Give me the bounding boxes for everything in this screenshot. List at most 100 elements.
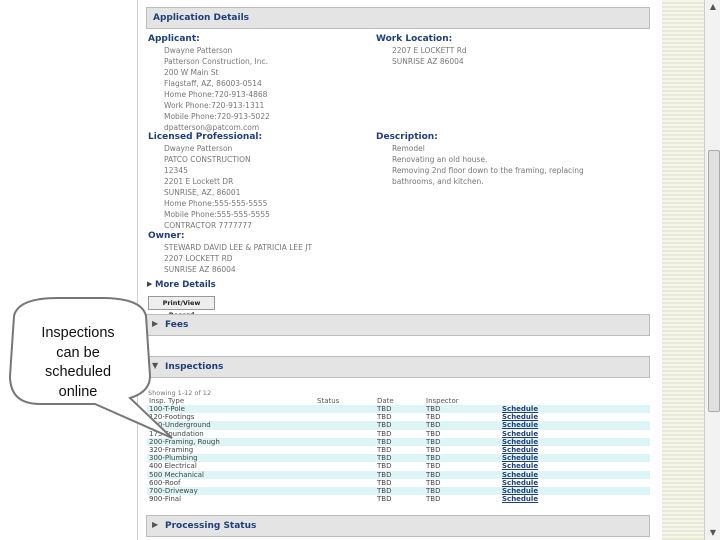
table-row: 300-Plumbing TBD TBD Schedule — [147, 454, 650, 463]
schedule-link[interactable]: Schedule — [500, 430, 650, 438]
description-line: Renovating an old house. — [392, 155, 488, 164]
description-line: Removing 2nd floor down to the framing, … — [392, 166, 584, 175]
table-cell: TBD — [377, 495, 392, 504]
vertical-scrollbar[interactable]: ▲ ▼ — [704, 0, 720, 540]
table-cell: TBD — [377, 429, 392, 438]
table-cell: TBD — [424, 454, 500, 463]
fees-header[interactable]: ▶ Fees — [146, 314, 650, 336]
description-line: bathrooms, and kitchen. — [392, 177, 484, 186]
applicant-block: Applicant: Dwayne Patterson Patterson Co… — [148, 34, 270, 133]
processing-status-header[interactable]: ▶ Processing Status — [146, 515, 650, 537]
table-cell: TBD — [375, 405, 424, 414]
table-cell — [315, 454, 375, 463]
table-cell — [315, 470, 375, 479]
applicant-line: Home Phone:720-913-4868 — [164, 90, 268, 99]
schedule-link[interactable]: Schedule — [500, 479, 650, 487]
table-cell — [315, 462, 375, 470]
table-cell: 900-Final — [149, 495, 182, 504]
applicant-line: Flagstaff, AZ, 86003-0514 — [164, 79, 262, 88]
schedule-link[interactable]: Schedule — [500, 454, 650, 463]
scroll-thumb[interactable] — [708, 150, 720, 412]
table-row: 200-Framing, Rough TBD TBD Schedule — [147, 437, 650, 446]
owner-line: SUNRISE AZ 86004 — [164, 265, 236, 274]
scroll-up-icon[interactable]: ▲ — [707, 1, 719, 13]
schedule-link[interactable]: Schedule — [500, 421, 650, 430]
table-cell: TBD — [375, 421, 424, 430]
licensed-professional-line: 2201 E Lockett DR — [164, 177, 234, 186]
schedule-link[interactable]: Schedule — [500, 462, 650, 470]
table-cell: TBD — [426, 446, 441, 455]
work-location-block: Work Location: 2207 E LOCKETT Rd SUNRISE… — [376, 34, 467, 67]
description-block: Description: Remodel Renovating an old h… — [376, 132, 584, 187]
table-cell: TBD — [426, 429, 441, 438]
schedule-link[interactable]: Schedule — [500, 470, 650, 479]
table-cell: TBD — [375, 486, 424, 496]
column-header[interactable]: Status — [315, 397, 375, 405]
table-cell — [315, 479, 375, 487]
schedule-link[interactable]: Schedule — [500, 405, 650, 414]
table-row: 500 Mechanical TBD TBD Schedule — [147, 470, 650, 479]
applicant-line: Dwayne Patterson — [164, 46, 233, 55]
application-details-header[interactable]: Application Details — [146, 7, 650, 29]
more-details-link[interactable]: More Details — [155, 280, 216, 290]
table-cell: TBD — [375, 470, 424, 479]
more-details-arrow-icon: ▶ — [147, 280, 153, 288]
table-cell — [315, 405, 375, 414]
table-cell: 300-Plumbing — [147, 454, 315, 463]
schedule-link[interactable]: Schedule — [500, 446, 650, 454]
table-cell: 400 Electrical — [149, 462, 197, 471]
licensed-professional-line: SUNRISE, AZ, 86001 — [164, 188, 241, 197]
applicant-heading: Applicant: — [148, 34, 200, 44]
callout-line: online — [58, 383, 98, 400]
owner-line: STEWARD DAVID LEE & PATRICIA LEE JT — [164, 243, 313, 252]
table-cell: 700-Driveway — [147, 486, 315, 496]
expand-arrow-icon: ▶ — [152, 520, 159, 529]
schedule-link[interactable]: Schedule — [500, 486, 650, 496]
scroll-down-icon[interactable]: ▼ — [707, 527, 719, 539]
description-heading: Description: — [376, 132, 438, 142]
table-row: 150-Underground TBD TBD Schedule — [147, 421, 650, 430]
background-pattern — [662, 0, 704, 540]
table-cell: TBD — [426, 478, 441, 487]
schedule-link[interactable]: Schedule — [500, 437, 650, 446]
table-row: 900-Final TBD TBD Schedule — [147, 495, 650, 503]
table-row: 320-Framing TBD TBD Schedule — [147, 446, 650, 454]
licensed-professional-line: CONTRACTOR 7777777 — [164, 221, 252, 230]
column-header — [500, 397, 650, 405]
inspections-header-row: Insp. Type Status Date Inspector — [147, 397, 650, 405]
applicant-line: 200 W Main St — [164, 68, 219, 77]
table-cell: TBD — [426, 495, 441, 504]
schedule-link[interactable]: Schedule — [500, 495, 650, 503]
work-location-line: 2207 E LOCKETT Rd — [392, 46, 467, 55]
licensed-professional-line: Home Phone:555-555-5555 — [164, 199, 268, 208]
column-header[interactable]: Inspector — [424, 397, 500, 405]
table-cell: TBD — [424, 486, 500, 496]
callout-line: scheduled — [44, 364, 112, 380]
owner-block: Owner: STEWARD DAVID LEE & PATRICIA LEE … — [148, 231, 313, 275]
licensed-professional-block: Licensed Professional: Dwayne Patterson … — [148, 132, 270, 231]
table-cell — [315, 495, 375, 503]
table-row: 600-Roof TBD TBD Schedule — [147, 479, 650, 487]
owner-line: 2207 LOCKETT RD — [164, 254, 233, 263]
table-cell: TBD — [424, 421, 500, 430]
table-row: 175 Foundation TBD TBD Schedule — [147, 430, 650, 438]
owner-heading: Owner: — [148, 231, 185, 241]
table-cell: TBD — [375, 454, 424, 463]
table-cell: TBD — [424, 470, 500, 479]
licensed-professional-line: 12345 — [164, 166, 188, 175]
processing-status-title: Processing Status — [165, 521, 257, 531]
table-cell: 600-Roof — [149, 478, 181, 487]
licensed-professional-line: PATCO CONSTRUCTION — [164, 155, 251, 164]
table-cell: TBD — [377, 478, 392, 487]
column-header[interactable]: Date — [375, 397, 424, 405]
table-cell: TBD — [426, 462, 441, 471]
table-cell — [315, 486, 375, 496]
description-line: Remodel — [392, 144, 425, 153]
application-details-title: Application Details — [153, 13, 250, 23]
inspections-table: Insp. Type Status Date Inspector 100-T-P… — [147, 397, 650, 503]
schedule-link[interactable]: Schedule — [500, 413, 650, 421]
applicant-line: Patterson Construction, Inc. — [164, 57, 268, 66]
inspections-header[interactable]: ▼ Inspections — [146, 356, 650, 378]
table-cell: TBD — [377, 462, 392, 471]
table-cell — [315, 446, 375, 454]
